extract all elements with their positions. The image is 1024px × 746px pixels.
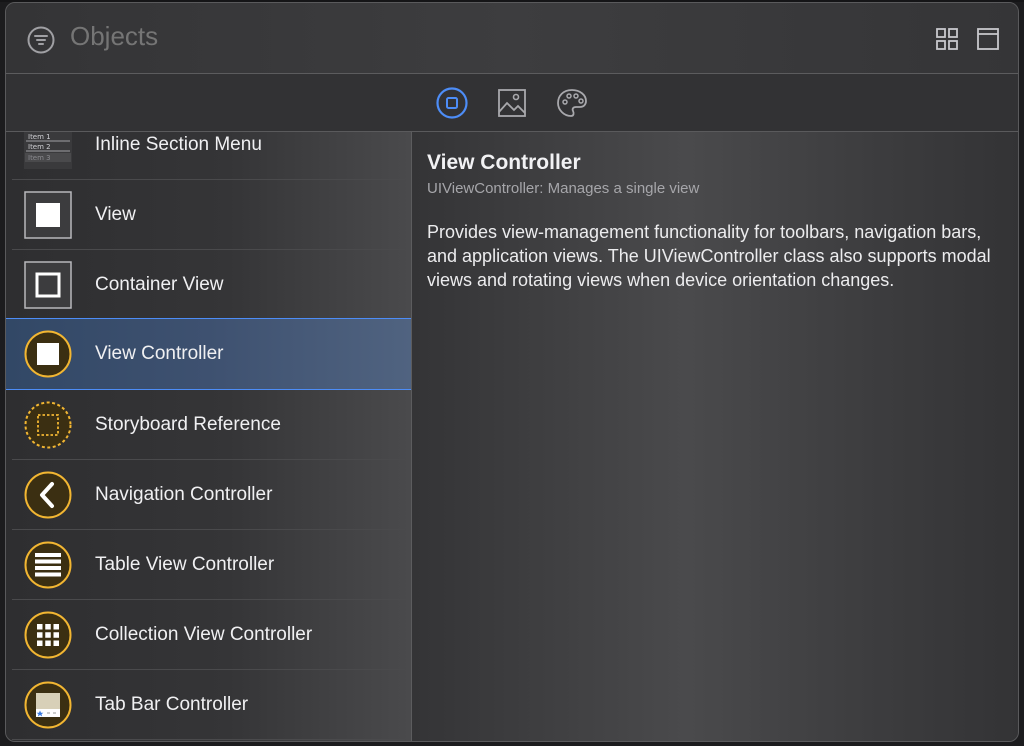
- list-item-navigation-controller[interactable]: Navigation Controller: [6, 460, 411, 530]
- view-icon: [24, 191, 72, 239]
- list-view-icon[interactable]: [976, 27, 1000, 51]
- list-item-view[interactable]: View: [6, 180, 411, 250]
- list-item-tab-bar-controller[interactable]: Tab Bar Controller: [6, 670, 411, 740]
- list-item-view-controller[interactable]: View Controller: [6, 318, 411, 390]
- search-bar: [6, 3, 1018, 74]
- objects-library-icon[interactable]: [435, 86, 469, 120]
- list-item-label: View Controller: [95, 343, 224, 364]
- detail-panel: View Controller UIViewController: Manage…: [412, 132, 1018, 741]
- collection-view-controller-icon: [24, 611, 72, 659]
- list-item-collection-view-controller[interactable]: Collection View Controller: [6, 600, 411, 670]
- list-item-label: Inline Section Menu: [95, 134, 262, 155]
- list-item-inline-section-menu[interactable]: Item 1 Item 2 Item 3 Inline Section Menu: [6, 132, 411, 180]
- filter-icon[interactable]: [26, 25, 56, 55]
- grid-view-icon[interactable]: [935, 27, 959, 51]
- list-item-storyboard-reference[interactable]: Storyboard Reference: [6, 390, 411, 460]
- view-controller-icon: [24, 330, 72, 378]
- container-view-icon: [24, 261, 72, 309]
- list-item-label: Collection View Controller: [95, 624, 313, 645]
- tab-bar-controller-icon: [24, 681, 72, 729]
- list-item-label: Container View: [95, 274, 224, 295]
- list-item-label: Navigation Controller: [95, 484, 273, 505]
- media-library-icon[interactable]: [495, 86, 529, 120]
- storyboard-reference-icon: [24, 401, 72, 449]
- list-item-label: View: [95, 204, 136, 225]
- list-item-label: Table View Controller: [95, 554, 275, 575]
- search-input[interactable]: [70, 21, 670, 52]
- color-palette-icon[interactable]: [555, 86, 589, 120]
- list-item-label: Tab Bar Controller: [95, 694, 249, 715]
- object-list: Item 1 Item 2 Item 3 Inline Section Menu…: [6, 132, 412, 741]
- menu-line-2: Item 2: [28, 143, 51, 151]
- library-tab-bar: [6, 74, 1018, 132]
- detail-subtitle: UIViewController: Manages a single view: [427, 180, 700, 197]
- menu-line-1: Item 1: [28, 133, 51, 141]
- table-view-controller-icon: [24, 541, 72, 589]
- detail-title: View Controller: [427, 151, 581, 174]
- detail-description: Provides view-management functionality f…: [427, 222, 991, 290]
- navigation-controller-icon: [24, 471, 72, 519]
- menu-line-3: Item 3: [28, 154, 51, 162]
- object-library-window: Item 1 Item 2 Item 3 Inline Section Menu…: [5, 2, 1019, 742]
- list-item-table-view-controller[interactable]: Table View Controller: [6, 530, 411, 600]
- list-item-container-view[interactable]: Container View: [6, 250, 411, 320]
- inline-section-menu-icon: Item 1 Item 2 Item 3: [24, 132, 72, 169]
- list-item-label: Storyboard Reference: [95, 414, 281, 435]
